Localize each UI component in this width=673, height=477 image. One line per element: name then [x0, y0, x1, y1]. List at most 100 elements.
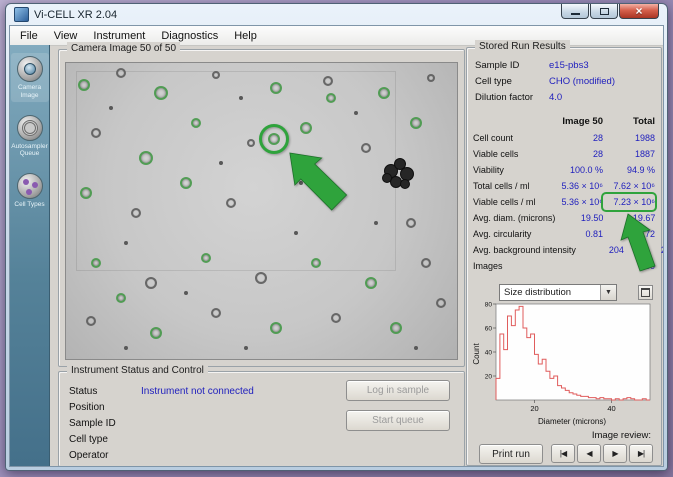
image-review-label: Image review:: [592, 430, 651, 441]
result-label: Images: [473, 258, 555, 274]
info-value: CHO (modified): [549, 74, 653, 90]
viable-cell: [154, 86, 168, 100]
result-image-value: 28: [555, 146, 603, 162]
status-label: Sample ID: [69, 416, 141, 432]
result-image-value: 19.50: [555, 210, 603, 226]
result-total-value: 1988: [603, 130, 655, 146]
autosampler-queue-icon: [17, 115, 43, 141]
nav-next-button[interactable]: ▶: [603, 444, 627, 463]
cell: [421, 258, 431, 268]
result-label: Viability: [473, 162, 555, 178]
nav-prev-button[interactable]: ◀: [577, 444, 601, 463]
status-row: Operator: [69, 448, 314, 464]
status-label: Operator: [69, 448, 141, 464]
info-row: Sample IDe15-pbs3: [475, 58, 653, 74]
result-total-value: 203: [624, 242, 664, 258]
cell: [255, 272, 267, 284]
results-info: Sample IDe15-pbs3Cell typeCHO (modified)…: [475, 58, 653, 106]
debris-dot: [124, 241, 128, 245]
close-button[interactable]: ×: [619, 4, 659, 19]
status-row: Cell type: [69, 432, 314, 448]
column-header-image: Image 50: [555, 114, 603, 130]
cell: [247, 139, 255, 147]
viable-cell: [390, 322, 402, 334]
column-header-total: Total: [603, 114, 655, 130]
viable-cell: [410, 117, 422, 129]
stored-run-results-group: Stored Run Results Sample IDe15-pbs3Cell…: [466, 47, 662, 466]
client-area: FileViewInstrumentDiagnosticsHelp Camera…: [9, 25, 664, 467]
result-label: Avg. diam. (microns): [473, 210, 555, 226]
result-image-value: 28: [555, 130, 603, 146]
results-row: Avg. background intensity204203: [467, 242, 661, 258]
camera-group-title: Camera Image 50 of 50: [67, 42, 180, 56]
tick-label: 60: [485, 325, 493, 332]
sidebar-item-autosampler-queue[interactable]: Autosampler Queue: [11, 112, 49, 161]
cell: [86, 316, 96, 326]
tick-label: 80: [485, 301, 493, 308]
log-in-sample-button[interactable]: Log in sample: [346, 380, 450, 401]
results-group-title: Stored Run Results: [475, 40, 570, 54]
result-image-value: 5.36 × 10⁶: [555, 178, 603, 194]
tick-label: 40: [485, 349, 493, 356]
sidebar-item-cell-types[interactable]: Cell Types: [11, 170, 49, 211]
debris-dot: [299, 181, 303, 185]
cell-layer: [66, 63, 457, 359]
results-rows: Cell count281988Viable cells281887Viabil…: [467, 130, 661, 274]
result-total-value: 1887: [603, 146, 655, 162]
cell: [406, 218, 416, 228]
status-rows: StatusInstrument not connectedPositionSa…: [69, 384, 314, 464]
minimize-button[interactable]: [561, 4, 589, 19]
camera-image-label: Camera Image: [11, 84, 49, 100]
viable-cell: [116, 293, 126, 303]
info-value: 4.0: [549, 90, 653, 106]
viable-cell: [139, 151, 153, 165]
viable-cell: [300, 122, 312, 134]
result-image-value: 0.81: [555, 226, 603, 242]
chart-type-value: Size distribution: [500, 287, 600, 298]
app-window: Vi-CELL XR 2.04 × FileViewInstrumentDiag…: [5, 3, 668, 471]
cell: [321, 188, 331, 198]
start-queue-button[interactable]: Start queue: [346, 410, 450, 431]
viable-cell: [191, 118, 201, 128]
cell: [427, 74, 435, 82]
result-total-value: 94.9 %: [603, 162, 655, 178]
status-group-title: Instrument Status and Control: [67, 364, 208, 378]
results-row: Total cells / ml5.36 × 10⁶7.62 × 10⁶: [467, 178, 661, 194]
debris-dot: [414, 346, 418, 350]
cell: [91, 128, 101, 138]
results-header-spacer: [473, 114, 555, 130]
status-value: [141, 448, 314, 464]
result-total-value: 50: [603, 258, 655, 274]
print-run-button[interactable]: Print run: [479, 444, 543, 464]
result-total-value: 0.72: [603, 226, 655, 242]
minimize-icon: [571, 13, 580, 15]
viable-cell: [365, 277, 377, 289]
menu-item-file[interactable]: File: [12, 28, 46, 44]
cell: [331, 313, 341, 323]
window-title: Vi-CELL XR 2.04: [34, 9, 117, 21]
cell: [361, 143, 371, 153]
nav-last-button[interactable]: ▶|: [629, 444, 653, 463]
result-total-value: 7.62 × 10⁶: [603, 178, 655, 194]
maximize-button[interactable]: [590, 4, 618, 19]
result-total-value: 7.23 × 10⁶: [603, 194, 655, 210]
nav-first-button[interactable]: |◀: [551, 444, 575, 463]
tick-label: 20: [530, 404, 538, 413]
results-row: Viable cells281887: [467, 146, 661, 162]
camera-image[interactable]: [65, 62, 458, 360]
menu-item-help[interactable]: Help: [226, 28, 265, 44]
results-row: Cell count281988: [467, 130, 661, 146]
popout-icon: [641, 288, 650, 297]
cell: [116, 68, 126, 78]
result-label: Viable cells / ml: [473, 194, 555, 210]
results-row: Viability100.0 %94.9 %: [467, 162, 661, 178]
size-distribution-chart: 204060802040 Diameter (microns) Count: [470, 298, 656, 428]
cell-clump: [382, 173, 392, 183]
title-bar[interactable]: Vi-CELL XR 2.04 ×: [9, 4, 664, 25]
status-row: Sample ID: [69, 416, 314, 432]
debris-dot: [354, 111, 358, 115]
sidebar-item-camera-image[interactable]: Camera Image: [11, 53, 49, 102]
highlight-circle: [259, 124, 289, 154]
cell: [211, 308, 221, 318]
debris-dot: [239, 96, 243, 100]
